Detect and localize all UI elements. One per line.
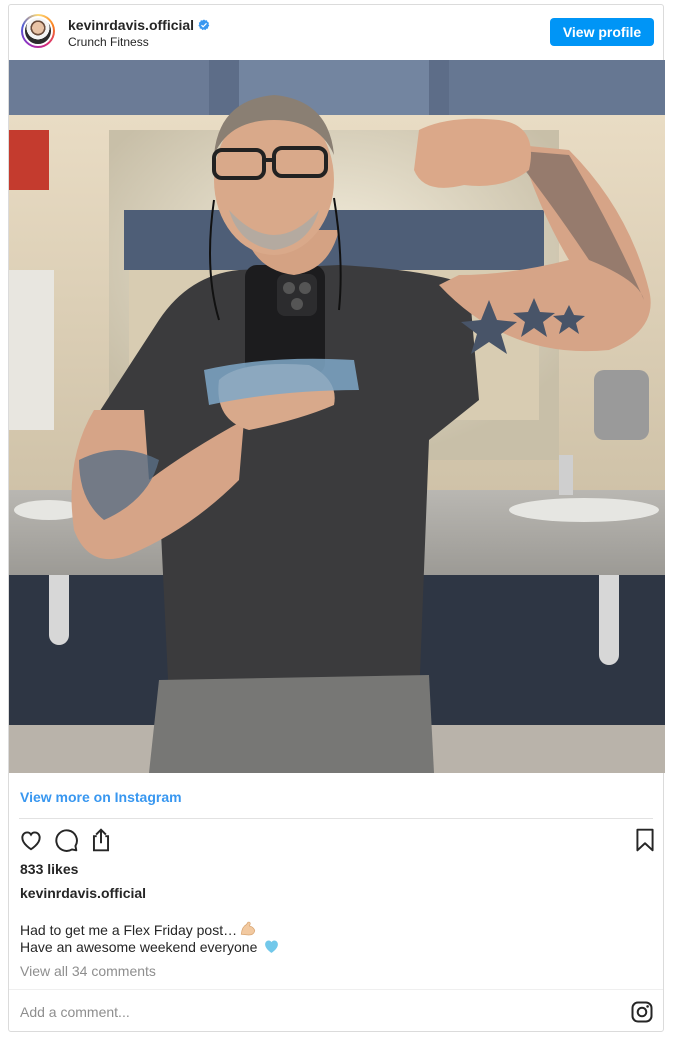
- bookmark-icon[interactable]: [632, 827, 658, 853]
- avatar[interactable]: [21, 14, 55, 48]
- view-profile-button[interactable]: View profile: [550, 18, 654, 46]
- header-username[interactable]: kevinrdavis.official: [68, 17, 210, 33]
- likes-count[interactable]: 833 likes: [20, 861, 78, 877]
- caption-username[interactable]: kevinrdavis.official: [20, 885, 146, 901]
- comment-icon[interactable]: [53, 827, 79, 853]
- view-all-comments-link[interactable]: View all 34 comments: [20, 963, 156, 979]
- post-photo[interactable]: [9, 60, 665, 773]
- comment-divider: [9, 989, 663, 990]
- flexed-biceps-emoji: [240, 921, 256, 936]
- heart-icon[interactable]: [18, 827, 44, 853]
- instagram-logo-icon[interactable]: [630, 1000, 654, 1024]
- add-comment-input[interactable]: Add a comment...: [20, 1004, 130, 1020]
- instagram-embed-card: kevinrdavis.official Crunch Fitness View…: [8, 4, 665, 1032]
- divider: [19, 818, 653, 819]
- caption-text-1: Had to get me a Flex Friday post…: [20, 922, 238, 938]
- caption-text-2: Have an awesome weekend everyone: [20, 939, 258, 955]
- username-text[interactable]: kevinrdavis.official: [68, 17, 194, 33]
- verified-badge-icon: [198, 19, 210, 31]
- view-more-on-instagram-link[interactable]: View more on Instagram: [20, 789, 182, 805]
- caption-line-2: Have an awesome weekend everyone: [20, 938, 280, 955]
- light-blue-heart-emoji: [265, 940, 279, 953]
- caption-line-1: Had to get me a Flex Friday post…: [20, 920, 257, 938]
- post-header: kevinrdavis.official Crunch Fitness View…: [9, 5, 663, 61]
- share-icon[interactable]: [88, 827, 114, 853]
- header-location[interactable]: Crunch Fitness: [68, 35, 149, 49]
